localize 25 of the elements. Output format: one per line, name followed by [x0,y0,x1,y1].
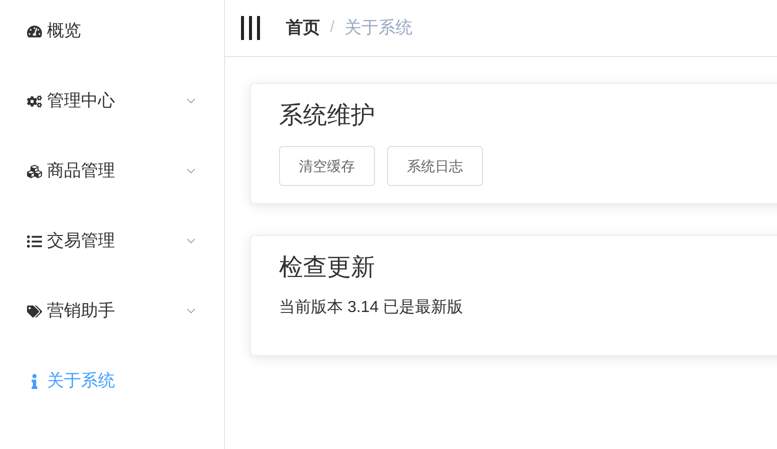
breadcrumb-item[interactable]: 首页 [286,15,320,41]
breadcrumb-item: 关于系统 [344,17,412,40]
menu-label: 概览 [47,20,81,42]
card-title: 系统维护 [279,101,376,131]
menu-label: 商品管理 [47,160,115,182]
menu-item[interactable]: 营销助手 [0,290,224,332]
menu-icon[interactable] [241,16,260,40]
tags-icon [26,304,42,318]
menu-item[interactable]: 概览 [0,10,224,52]
breadcrumb-separator: / [330,18,334,38]
version-text: 当前版本 3.14 已是最新版 [279,298,464,318]
menu-label: 交易管理 [47,230,115,252]
menu-label: 管理中心 [47,90,115,112]
menu-item[interactable]: 商品管理 [0,150,224,192]
gauge-icon [26,24,42,38]
menu-label: 营销助手 [47,300,115,322]
cubes-icon [26,164,42,178]
menu-item[interactable]: 管理中心 [0,80,224,122]
menu-label: 关于系统 [47,370,115,392]
action-button[interactable]: 清空缓存 [279,146,375,186]
menu-item[interactable]: 交易管理 [0,220,224,262]
action-button[interactable]: 系统日志 [387,146,483,186]
card-title: 检查更新 [279,253,376,283]
list-icon [26,234,42,248]
gears-icon [26,94,42,108]
